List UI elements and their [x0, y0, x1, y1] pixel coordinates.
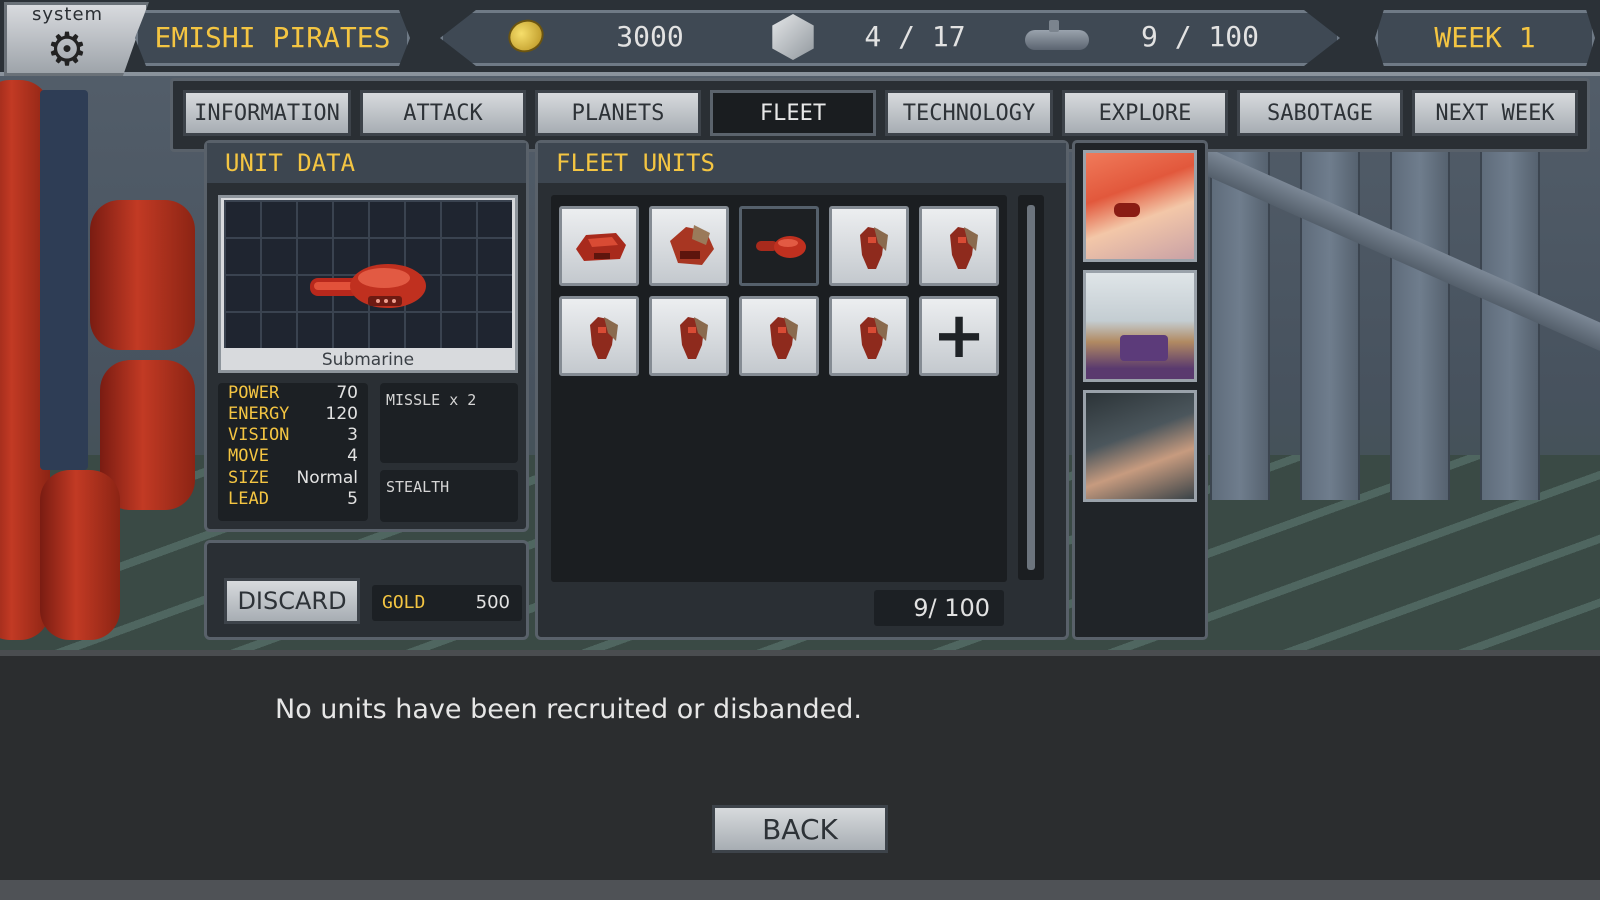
- stat-vision: VISION 3: [228, 425, 358, 445]
- weapon-text: MISSLE x 2: [386, 391, 477, 409]
- fleet-unit-count: 9/ 100: [874, 590, 1004, 626]
- eyepatch-icon: [1114, 203, 1140, 217]
- unit-data-title: UNIT DATA: [207, 143, 526, 183]
- unit-name: Submarine: [321, 350, 415, 370]
- faction-name: EMISHI PIRATES: [154, 21, 391, 54]
- submarine-icon: [756, 236, 806, 258]
- red-mech-foot: [40, 470, 120, 640]
- fleet-unit-slot[interactable]: [559, 206, 639, 286]
- wall-panel: [1480, 150, 1540, 500]
- tab-information[interactable]: INFORMATION: [183, 90, 351, 136]
- red-ship-icon: [576, 233, 626, 261]
- mask-icon: [1120, 335, 1168, 361]
- stat-energy: ENERGY 120: [228, 404, 358, 424]
- dark-pillar: [40, 90, 88, 470]
- back-button[interactable]: BACK: [712, 805, 888, 853]
- wall-panel: [1390, 150, 1450, 500]
- brown-ship-icon: [670, 225, 714, 265]
- mech-icon: [860, 227, 888, 269]
- fleet-unit-slot[interactable]: [829, 206, 909, 286]
- mech-icon: [950, 227, 978, 269]
- tab-next-week[interactable]: NEXT WEEK: [1412, 90, 1578, 136]
- discard-button[interactable]: DISCARD: [224, 578, 360, 624]
- weapon-box: MISSLE x 2: [380, 383, 518, 463]
- plus-icon: +: [932, 299, 986, 373]
- fleet-unit-slot[interactable]: [739, 296, 819, 376]
- tab-explore[interactable]: EXPLORE: [1062, 90, 1228, 136]
- fleet-unit-slot[interactable]: [829, 296, 909, 376]
- mech-icon: [860, 317, 888, 359]
- planet-count: 4 / 17: [864, 20, 966, 53]
- dark-haired-commander-portrait[interactable]: [1083, 390, 1197, 502]
- message-area: [0, 650, 1600, 900]
- fleet-scrollbar-thumb[interactable]: [1027, 205, 1035, 570]
- unit-stats-box: POWER 70 ENERGY 120 VISION 3 MOVE 4 SIZE Norm…: [218, 383, 368, 521]
- week-label: WEEK 1: [1434, 21, 1536, 54]
- stat-power: POWER 70: [228, 383, 358, 403]
- fleet-ship-icon: [1025, 20, 1089, 50]
- mech-icon: [590, 317, 618, 359]
- fleet-unit-slot[interactable]: [559, 296, 639, 376]
- red-haired-commander-portrait[interactable]: [1083, 150, 1197, 262]
- tab-attack[interactable]: ATTACK: [360, 90, 526, 136]
- red-mech-armor: [90, 200, 195, 350]
- fleet-unit-slot[interactable]: [649, 296, 729, 376]
- fleet-count-header: 9 / 100: [1140, 20, 1259, 53]
- fleet-unit-slot[interactable]: [649, 206, 729, 286]
- stat-lead: LEAD 5: [228, 489, 358, 509]
- faction-segment: EMISHI PIRATES: [135, 10, 410, 66]
- fleet-unit-slot[interactable]: [919, 206, 999, 286]
- ability-text: STEALTH: [386, 478, 450, 496]
- fleet-unit-slot-selected[interactable]: [739, 206, 819, 286]
- tab-sabotage[interactable]: SABOTAGE: [1237, 90, 1403, 136]
- tab-planets[interactable]: PLANETS: [535, 90, 701, 136]
- mech-icon: [770, 317, 798, 359]
- tab-fleet[interactable]: FLEET: [710, 90, 876, 136]
- ability-box: STEALTH: [380, 470, 518, 522]
- gold-value: 500: [475, 592, 510, 613]
- submarine-icon: [310, 264, 426, 308]
- gear-icon[interactable]: ⚙: [42, 24, 92, 74]
- tab-technology[interactable]: TECHNOLOGY: [885, 90, 1053, 136]
- stat-move: MOVE 4: [228, 446, 358, 466]
- gold-amount: 3000: [616, 20, 684, 53]
- gold-label: GOLD: [382, 592, 426, 613]
- fleet-units-title: FLEET UNITS: [538, 143, 1066, 183]
- bottom-border: [0, 880, 1600, 900]
- status-message: No units have been recruited or disbande…: [275, 694, 862, 725]
- add-unit-button[interactable]: +: [919, 296, 999, 376]
- week-segment: WEEK 1: [1375, 10, 1595, 66]
- wall-panel: [1210, 150, 1270, 500]
- masked-white-haired-commander-portrait[interactable]: [1083, 270, 1197, 382]
- mech-icon: [680, 317, 708, 359]
- stat-size: SIZE Normal: [228, 468, 358, 488]
